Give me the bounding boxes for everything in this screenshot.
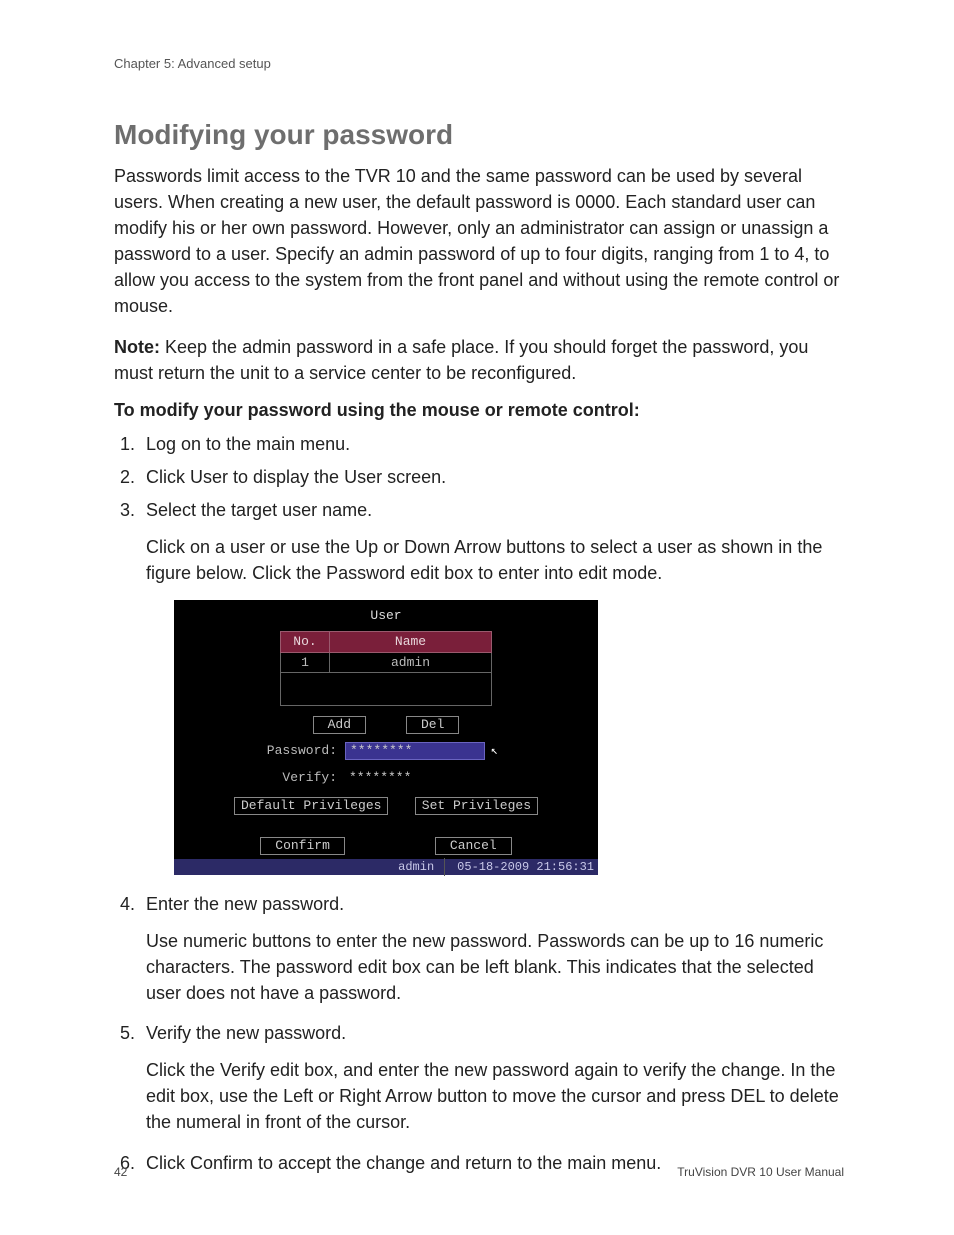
step-3: Select the target user name. Click on a …	[140, 497, 844, 875]
note-paragraph: Note: Keep the admin password in a safe …	[114, 334, 844, 386]
dvr-verify-input[interactable]: ********	[345, 770, 483, 786]
dvr-add-button[interactable]: Add	[313, 716, 366, 734]
dvr-table-header: No. Name	[280, 631, 492, 653]
step-5-detail: Click the Verify edit box, and enter the…	[146, 1057, 844, 1135]
note-body: Keep the admin password in a safe place.…	[114, 337, 808, 383]
dvr-user-screen: User No. Name 1 admin Add Del Password:	[174, 600, 598, 875]
dvr-col-no-header: No.	[281, 632, 330, 652]
step-4-text: Enter the new password.	[146, 894, 344, 914]
dvr-verify-label: Verify:	[242, 768, 345, 788]
dvr-status-user: admin	[398, 858, 445, 876]
step-4-detail: Use numeric buttons to enter the new pas…	[146, 928, 844, 1006]
step-2-text: Click User to display the User screen.	[146, 467, 446, 487]
dvr-password-input[interactable]: ******** ↖	[345, 742, 485, 760]
dvr-window-title: User	[174, 600, 598, 630]
dvr-row-no: 1	[281, 653, 330, 673]
page-number: 42	[114, 1165, 127, 1179]
step-5: Verify the new password. Click the Verif…	[140, 1020, 844, 1135]
dvr-col-name-header: Name	[330, 632, 491, 652]
note-label: Note:	[114, 337, 160, 357]
step-1: Log on to the main menu.	[140, 431, 844, 458]
chapter-header: Chapter 5: Advanced setup	[114, 56, 844, 71]
step-5-text: Verify the new password.	[146, 1023, 346, 1043]
manual-title-footer: TruVision DVR 10 User Manual	[677, 1165, 844, 1179]
procedure-heading: To modify your password using the mouse …	[114, 400, 844, 421]
cursor-icon: ↖	[491, 744, 498, 759]
dvr-status-datetime: 05-18-2009 21:56:31	[457, 858, 594, 876]
dvr-row-name: admin	[330, 653, 491, 673]
step-4: Enter the new password. Use numeric butt…	[140, 891, 844, 1006]
step-2: Click User to display the User screen.	[140, 464, 844, 491]
section-title: Modifying your password	[114, 119, 844, 151]
dvr-cancel-button[interactable]: Cancel	[435, 837, 512, 855]
dvr-del-button[interactable]: Del	[406, 716, 459, 734]
step-3-detail: Click on a user or use the Up or Down Ar…	[146, 534, 844, 586]
procedure-list: Log on to the main menu. Click User to d…	[114, 431, 844, 1177]
step-3-text: Select the target user name.	[146, 500, 372, 520]
dvr-password-label: Password:	[242, 741, 345, 761]
dvr-default-privileges-button[interactable]: Default Privileges	[234, 797, 388, 815]
dvr-user-listbox[interactable]	[280, 673, 492, 706]
dvr-set-privileges-button[interactable]: Set Privileges	[415, 797, 538, 815]
intro-paragraph: Passwords limit access to the TVR 10 and…	[114, 163, 844, 320]
dvr-confirm-button[interactable]: Confirm	[260, 837, 345, 855]
dvr-password-value: ********	[350, 743, 412, 758]
dvr-status-bar: admin 05-18-2009 21:56:31	[174, 859, 598, 875]
dvr-table-row[interactable]: 1 admin	[280, 653, 492, 674]
step-1-text: Log on to the main menu.	[146, 434, 350, 454]
